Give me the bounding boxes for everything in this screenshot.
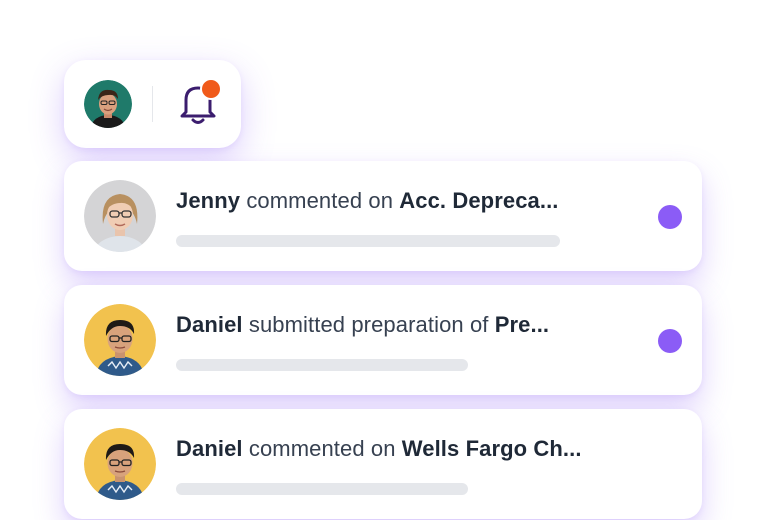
daniel-avatar [84,428,156,500]
notification-text: Daniel commented on Wells Fargo Ch... [176,436,582,462]
notification-actor: Daniel [176,436,243,461]
notification-action: submitted preparation of [248,312,489,337]
current-user-avatar[interactable] [84,80,132,128]
notification-text: Daniel submitted preparation of Pre... [176,312,549,338]
notification-item[interactable]: Daniel commented on Wells Fargo Ch... [64,409,702,519]
notification-text: Jenny commented on Acc. Depreca... [176,188,559,214]
jenny-avatar [84,180,156,252]
notification-actor: Jenny [176,188,241,213]
notification-action: commented on [248,436,396,461]
notification-actor: Daniel [176,312,243,337]
notification-target: Acc. Depreca... [399,188,559,213]
notification-item[interactable]: Daniel submitted preparation of Pre... [64,285,702,395]
notification-action: commented on [246,188,394,213]
header-divider [152,86,153,122]
daniel-avatar [84,304,156,376]
unread-indicator [658,329,682,353]
notification-badge [200,78,222,100]
notification-placeholder-bar [176,359,468,371]
notification-placeholder-bar [176,235,560,247]
notifications-button[interactable] [176,78,228,130]
notification-header-card [64,60,241,148]
notification-placeholder-bar [176,483,468,495]
notification-item[interactable]: Jenny commented on Acc. Depreca... [64,161,702,271]
notification-target: Wells Fargo Ch... [401,436,582,461]
unread-indicator [658,205,682,229]
notification-target: Pre... [494,312,550,337]
